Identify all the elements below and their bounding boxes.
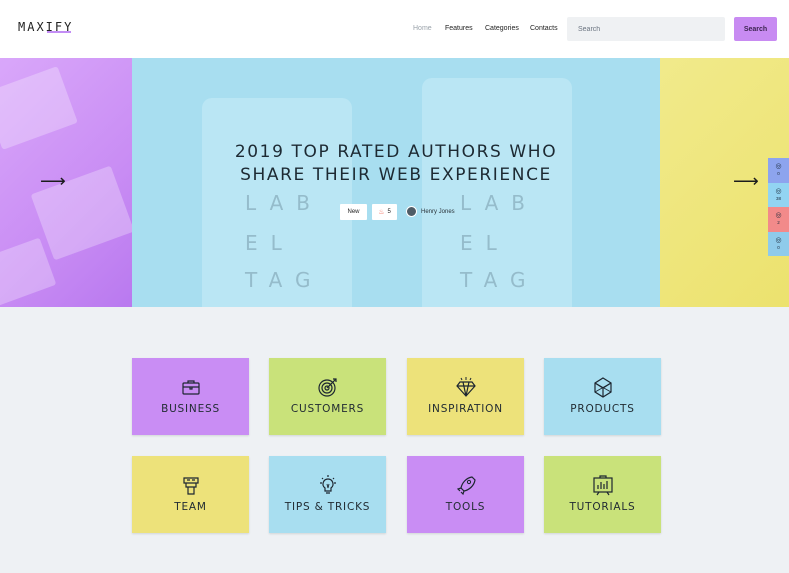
- social-share-pinterest[interactable]: ◎ 2: [768, 207, 789, 232]
- pinterest-icon: ◎: [775, 212, 782, 220]
- category-label: TEAM: [174, 501, 207, 513]
- new-badge[interactable]: New: [340, 204, 367, 220]
- social-share-facebook[interactable]: ◎ 0: [768, 158, 789, 183]
- author-name: Henry Jones: [421, 208, 455, 215]
- site-header: MAXIFY Home Features Categories Contacts…: [0, 0, 789, 58]
- category-label: CUSTOMERS: [290, 403, 365, 415]
- lightbulb-icon: [317, 456, 339, 496]
- hero-title[interactable]: 2019 TOP RATED AUTHORS WHO SHARE THEIR W…: [132, 141, 660, 187]
- share-count: 0: [777, 171, 780, 177]
- category-tile-business[interactable]: BUSINESS: [132, 358, 249, 435]
- nav-home[interactable]: Home: [413, 25, 432, 32]
- category-label: TUTORIALS: [569, 501, 636, 513]
- hero-title-line: SHARE THEIR WEB EXPERIENCE: [240, 165, 552, 185]
- search-button[interactable]: Search: [734, 17, 777, 41]
- avatar: [406, 206, 417, 217]
- linkedin-icon: ◎: [775, 236, 782, 244]
- author[interactable]: Henry Jones: [406, 206, 455, 217]
- nav-features[interactable]: Features: [445, 25, 473, 32]
- bg-tag-letters: TAG: [460, 268, 539, 292]
- category-label: PRODUCTS: [570, 403, 635, 415]
- cube-icon: [592, 358, 614, 398]
- logo-accent: [47, 31, 71, 33]
- category-label: INSPIRATION: [428, 403, 503, 415]
- category-tile-products[interactable]: PRODUCTS: [544, 358, 661, 435]
- social-share-linkedin[interactable]: ◎ 0: [768, 231, 789, 256]
- hot-count-badge[interactable]: ♨ 5: [372, 204, 397, 220]
- hero-slider: LAB EL TAG LAB EL TAG 2019 TOP RATED AUT…: [0, 58, 789, 307]
- nav-contacts[interactable]: Contacts: [530, 25, 558, 32]
- category-tile-tips-tricks[interactable]: TIPS & TRICKS: [269, 456, 386, 533]
- social-share-twitter[interactable]: ◎ 38: [768, 182, 789, 207]
- bg-card: [0, 237, 57, 307]
- hero-title-line: 2019 TOP RATED AUTHORS WHO: [234, 142, 558, 162]
- bg-tag-letters: EL: [460, 231, 510, 255]
- nav-categories[interactable]: Categories: [485, 25, 519, 32]
- briefcase-icon: [180, 358, 202, 398]
- hero-prev-slide-preview: [0, 58, 135, 307]
- share-count: 2: [777, 220, 780, 226]
- share-count: 0: [777, 244, 780, 250]
- bg-tag-letters: EL: [245, 231, 295, 255]
- category-tile-inspiration[interactable]: INSPIRATION: [407, 358, 524, 435]
- arrow-right-icon[interactable]: ⟶: [733, 172, 759, 190]
- bg-card: [0, 66, 78, 150]
- rocket-icon: [455, 456, 477, 496]
- search-input[interactable]: [567, 17, 725, 41]
- target-icon: [317, 358, 339, 398]
- diamond-icon: [455, 358, 477, 398]
- category-tile-tools[interactable]: TOOLS: [407, 456, 524, 533]
- social-share-bar: ◎ 0 ◎ 38 ◎ 2 ◎ 0: [768, 158, 789, 256]
- category-label: TIPS & TRICKS: [284, 501, 371, 513]
- bg-tag-letters: TAG: [245, 268, 324, 292]
- fire-icon: ♨: [378, 209, 385, 216]
- chart-board-icon: [592, 456, 614, 496]
- bg-tag-letters: LAB: [460, 191, 539, 215]
- share-count: 38: [775, 195, 781, 201]
- handshake-icon: [180, 456, 202, 496]
- category-label: TOOLS: [445, 501, 486, 513]
- category-label: BUSINESS: [161, 403, 220, 415]
- arrow-left-icon[interactable]: ⟶: [40, 172, 66, 190]
- bg-tag-letters: LAB: [245, 191, 324, 215]
- hot-count: 5: [387, 209, 391, 215]
- twitter-icon: ◎: [775, 187, 782, 195]
- facebook-icon: ◎: [775, 163, 782, 171]
- category-tile-tutorials[interactable]: TUTORIALS: [544, 456, 661, 533]
- category-tile-team[interactable]: TEAM: [132, 456, 249, 533]
- category-tile-customers[interactable]: CUSTOMERS: [269, 358, 386, 435]
